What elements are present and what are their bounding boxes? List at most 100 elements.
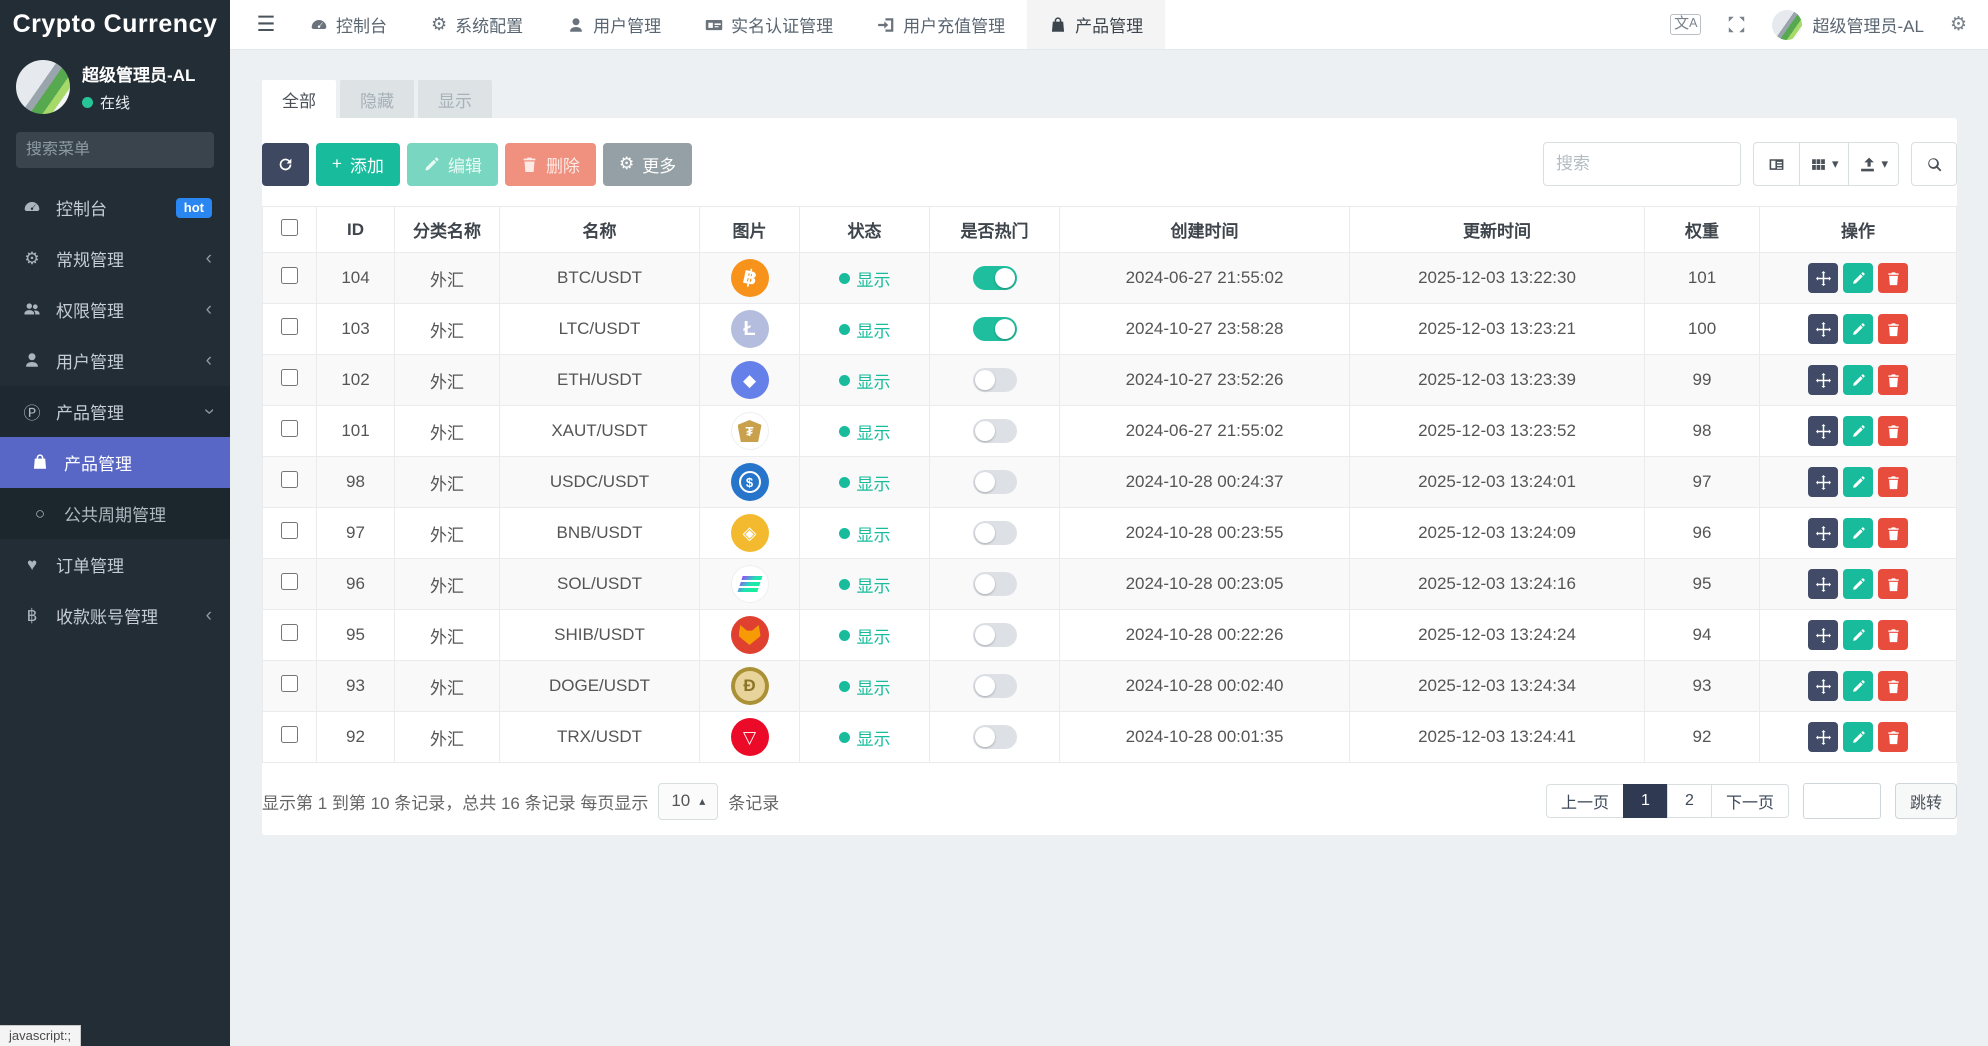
jump-button[interactable]: 跳转 xyxy=(1895,783,1957,819)
delete-row-button[interactable] xyxy=(1878,671,1908,701)
move-row-button[interactable] xyxy=(1808,569,1838,599)
edit-row-button[interactable] xyxy=(1843,467,1873,497)
page-1-button[interactable]: 1 xyxy=(1623,784,1667,818)
hot-toggle[interactable] xyxy=(973,470,1017,494)
row-id: 102 xyxy=(317,355,395,406)
nav-tab-user-management[interactable]: 用户管理 xyxy=(545,0,683,49)
edit-row-button[interactable] xyxy=(1843,416,1873,446)
fullscreen-icon[interactable] xyxy=(1727,15,1746,34)
move-row-button[interactable] xyxy=(1808,263,1838,293)
more-button[interactable]: ⚙更多 xyxy=(603,143,692,186)
row-checkbox[interactable] xyxy=(281,369,298,386)
move-row-button[interactable] xyxy=(1808,518,1838,548)
nav-tab-dashboard[interactable]: 控制台 xyxy=(288,0,409,49)
caret-up-icon: ▴ xyxy=(699,794,705,808)
move-row-button[interactable] xyxy=(1808,620,1838,650)
row-checkbox[interactable] xyxy=(281,420,298,437)
tab-hidden[interactable]: 隐藏 xyxy=(340,80,414,118)
sidebar-item-permissions[interactable]: 权限管理 ‹ xyxy=(0,284,230,335)
row-checkbox[interactable] xyxy=(281,624,298,641)
translate-icon[interactable]: 文A xyxy=(1670,14,1701,36)
delete-row-button[interactable] xyxy=(1878,722,1908,752)
sidebar-item-payment-accounts[interactable]: ฿ 收款账号管理 ‹ xyxy=(0,590,230,641)
row-checkbox[interactable] xyxy=(281,573,298,590)
edit-button[interactable]: 编辑 xyxy=(407,143,498,186)
sidebar-toggle-button[interactable]: ☰ xyxy=(244,0,288,49)
delete-button[interactable]: 删除 xyxy=(505,143,596,186)
select-all-checkbox[interactable] xyxy=(281,219,298,236)
add-button[interactable]: +添加 xyxy=(316,143,400,186)
row-name: ETH/USDT xyxy=(500,355,700,406)
delete-row-button[interactable] xyxy=(1878,467,1908,497)
nav-tab-kyc-management[interactable]: 实名认证管理 xyxy=(683,0,855,49)
sidebar-item-product-management[interactable]: 产品管理 xyxy=(0,437,230,488)
delete-row-button[interactable] xyxy=(1878,416,1908,446)
nav-tab-recharge-management[interactable]: 用户充值管理 xyxy=(855,0,1027,49)
move-row-button[interactable] xyxy=(1808,416,1838,446)
delete-row-button[interactable] xyxy=(1878,518,1908,548)
sidebar-item-dashboard[interactable]: 控制台 hot xyxy=(0,182,230,233)
delete-row-button[interactable] xyxy=(1878,569,1908,599)
hot-toggle[interactable] xyxy=(973,521,1017,545)
row-checkbox[interactable] xyxy=(281,471,298,488)
move-row-button[interactable] xyxy=(1808,722,1838,752)
export-button[interactable]: ▾ xyxy=(1848,142,1899,186)
edit-row-button[interactable] xyxy=(1843,620,1873,650)
sidebar-item-public-cycle[interactable]: ○ 公共周期管理 xyxy=(0,488,230,539)
delete-row-button[interactable] xyxy=(1878,314,1908,344)
hot-toggle[interactable] xyxy=(973,725,1017,749)
card-view-button[interactable] xyxy=(1753,142,1799,186)
table-search-input[interactable] xyxy=(1543,142,1741,186)
hot-toggle[interactable] xyxy=(973,623,1017,647)
row-checkbox[interactable] xyxy=(281,726,298,743)
edit-row-button[interactable] xyxy=(1843,569,1873,599)
nav-tab-product-management[interactable]: 产品管理 xyxy=(1027,0,1165,49)
hot-toggle[interactable] xyxy=(973,674,1017,698)
row-actions-cell xyxy=(1760,508,1957,559)
hot-toggle[interactable] xyxy=(973,317,1017,341)
columns-button[interactable]: ▾ xyxy=(1799,142,1849,186)
refresh-button[interactable] xyxy=(262,143,309,186)
edit-row-button[interactable] xyxy=(1843,263,1873,293)
row-checkbox[interactable] xyxy=(281,267,298,284)
sidebar-item-label: 产品管理 xyxy=(64,450,212,475)
tab-shown[interactable]: 显示 xyxy=(418,80,492,118)
jump-page-input[interactable] xyxy=(1803,783,1881,819)
move-row-button[interactable] xyxy=(1808,671,1838,701)
nav-tab-system-config[interactable]: ⚙ 系统配置 xyxy=(409,0,545,49)
row-hot xyxy=(930,610,1060,661)
navbar-user-menu[interactable]: 超级管理员-AL xyxy=(1772,10,1923,40)
tab-all[interactable]: 全部 xyxy=(262,80,336,118)
edit-row-button[interactable] xyxy=(1843,314,1873,344)
sidebar-item-products-parent[interactable]: Ⓟ 产品管理 ‹ xyxy=(0,386,230,437)
edit-row-button[interactable] xyxy=(1843,671,1873,701)
settings-gears-icon[interactable]: ⚙ xyxy=(1950,13,1967,36)
move-row-button[interactable] xyxy=(1808,467,1838,497)
edit-row-button[interactable] xyxy=(1843,518,1873,548)
hot-toggle[interactable] xyxy=(973,419,1017,443)
sidebar-item-orders[interactable]: ♥ 订单管理 xyxy=(0,539,230,590)
hot-toggle[interactable] xyxy=(973,572,1017,596)
hot-toggle[interactable] xyxy=(973,368,1017,392)
delete-row-button[interactable] xyxy=(1878,365,1908,395)
row-checkbox[interactable] xyxy=(281,318,298,335)
search-button[interactable] xyxy=(1911,142,1957,186)
delete-row-button[interactable] xyxy=(1878,620,1908,650)
row-checkbox[interactable] xyxy=(281,675,298,692)
delete-row-button[interactable] xyxy=(1878,263,1908,293)
next-page-button[interactable]: 下一页 xyxy=(1711,784,1789,818)
row-checkbox[interactable] xyxy=(281,522,298,539)
edit-row-button[interactable] xyxy=(1843,365,1873,395)
row-image: $ xyxy=(700,457,800,508)
sidebar-item-users[interactable]: 用户管理 ‹ xyxy=(0,335,230,386)
page-size-dropdown[interactable]: 10 ▴ xyxy=(658,783,718,820)
sidebar-search-input[interactable] xyxy=(26,141,233,159)
hot-toggle[interactable] xyxy=(973,266,1017,290)
sidebar-item-general[interactable]: ⚙ 常规管理 ‹ xyxy=(0,233,230,284)
prev-page-button[interactable]: 上一页 xyxy=(1546,784,1623,818)
column-header-image: 图片 xyxy=(700,207,800,253)
move-row-button[interactable] xyxy=(1808,314,1838,344)
page-2-button[interactable]: 2 xyxy=(1667,784,1711,818)
edit-row-button[interactable] xyxy=(1843,722,1873,752)
move-row-button[interactable] xyxy=(1808,365,1838,395)
